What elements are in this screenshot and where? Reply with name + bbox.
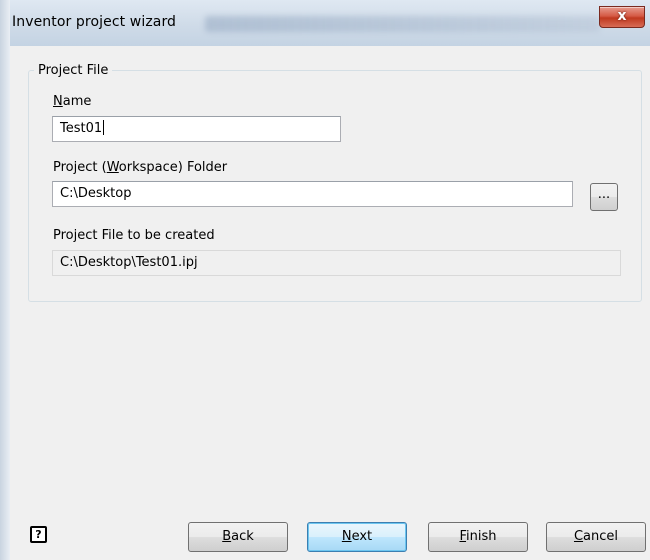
cancel-button[interactable]: Cancel — [546, 522, 646, 552]
browse-folder-button[interactable]: ... — [590, 183, 618, 211]
dialog-client-area: Project File Name Test01 Project (Worksp… — [10, 46, 650, 560]
workspace-folder-label: Project (Workspace) Folder — [53, 160, 228, 175]
workspace-folder-input[interactable]: C:\Desktop — [52, 181, 573, 207]
project-file-created-field: C:\Desktop\Test01.ipj — [52, 250, 621, 276]
window-left-edge — [0, 0, 10, 560]
back-button[interactable]: Back — [188, 522, 288, 552]
name-input[interactable]: Test01 — [52, 116, 341, 142]
help-button[interactable]: ? — [30, 526, 47, 543]
name-input-value: Test01 — [60, 121, 103, 136]
close-icon: x — [617, 8, 627, 24]
project-file-created-label: Project File to be created — [53, 228, 215, 243]
wizard-window: Inventor project wizard x Project File N… — [0, 0, 650, 560]
project-file-created-value: C:\Desktop\Test01.ipj — [60, 255, 198, 270]
title-bar: Inventor project wizard x — [0, 0, 650, 46]
name-label: Name — [53, 94, 92, 109]
finish-button[interactable]: Finish — [428, 522, 528, 552]
project-file-group-title: Project File — [34, 63, 113, 78]
next-button[interactable]: Next — [307, 522, 407, 552]
help-icon: ? — [35, 528, 42, 541]
text-caret — [103, 120, 105, 135]
workspace-folder-value: C:\Desktop — [60, 186, 132, 201]
window-title: Inventor project wizard — [12, 14, 177, 30]
blurred-title-area — [205, 16, 600, 32]
close-button[interactable]: x — [599, 6, 645, 28]
